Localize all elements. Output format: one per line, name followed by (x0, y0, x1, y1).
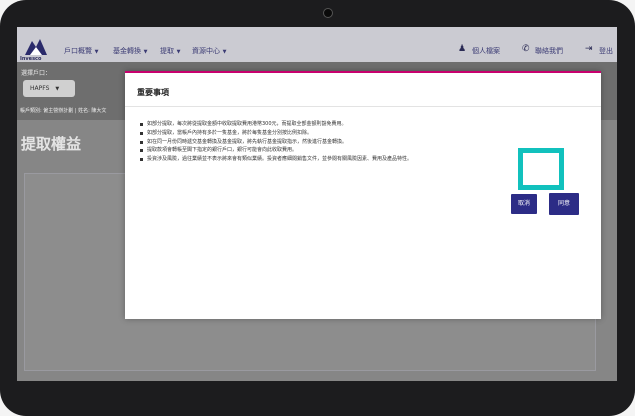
logout-icon: ⇥ (585, 44, 593, 54)
chevron-down-icon: ▼ (93, 49, 99, 55)
page-title: 提取權益 (21, 135, 82, 153)
account-select-label: 選擇戶口： (21, 70, 52, 77)
important-notice-modal: 重要事項 如部分提取，每次將從提取金額中收取提取費用港幣300元，而提取全部金額… (125, 71, 601, 319)
cancel-button[interactable]: 取消 (511, 194, 537, 214)
modal-divider (125, 106, 601, 107)
person-icon: ♟ (458, 44, 467, 54)
screen: Invesco 戶口概覽 ▼ 基金轉換 ▼ 提取 ▼ 資源中心 ▼ ♟ 個人檔案… (17, 27, 617, 381)
nav-resource-centre[interactable]: 資源中心 ▼ (192, 46, 226, 56)
nav-account-overview[interactable]: 戶口概覽 ▼ (64, 46, 98, 56)
chevron-down-icon: ▼ (142, 49, 148, 55)
chevron-down-icon: ▼ (175, 49, 181, 55)
nav-logout[interactable]: 登出 (599, 46, 613, 56)
notice-item: 如部分提取，當帳戶內持有多於一隻基金，將於每隻基金分別按比例扣除。 (137, 130, 587, 136)
account-info: 帳戶類別: 僱主營辦計劃 | 姓名: 陳大文 (20, 108, 107, 114)
modal-title: 重要事項 (137, 88, 169, 97)
notice-item: 如在同一月份同時遞交基金轉換及基金提取，將先執行基金提取指示，然後進行基金轉換。 (137, 139, 587, 145)
agree-button[interactable]: 同意 (549, 193, 579, 215)
nav-fund-switch[interactable]: 基金轉換 ▼ (113, 46, 147, 56)
chevron-down-icon: ▼ (221, 49, 227, 55)
chevron-down-icon: ▼ (55, 86, 60, 92)
account-select[interactable]: HAPFS ▼ (23, 80, 75, 97)
notice-item: 如部分提取，每次將從提取金額中收取提取費用港幣300元，而提取全部金額則豁免費用… (137, 121, 587, 127)
agree-button-highlight (518, 148, 564, 190)
nav-contact-us[interactable]: 聯絡我們 (535, 46, 563, 56)
phone-icon: ✆ (522, 44, 530, 54)
camera-icon (323, 8, 333, 18)
top-nav: Invesco 戶口概覽 ▼ 基金轉換 ▼ 提取 ▼ 資源中心 ▼ ♟ 個人檔案… (17, 27, 617, 62)
nav-profile[interactable]: 個人檔案 (472, 46, 500, 56)
nav-withdrawal[interactable]: 提取 ▼ (160, 46, 180, 56)
tablet-frame: Invesco 戶口概覽 ▼ 基金轉換 ▼ 提取 ▼ 資源中心 ▼ ♟ 個人檔案… (0, 0, 635, 416)
